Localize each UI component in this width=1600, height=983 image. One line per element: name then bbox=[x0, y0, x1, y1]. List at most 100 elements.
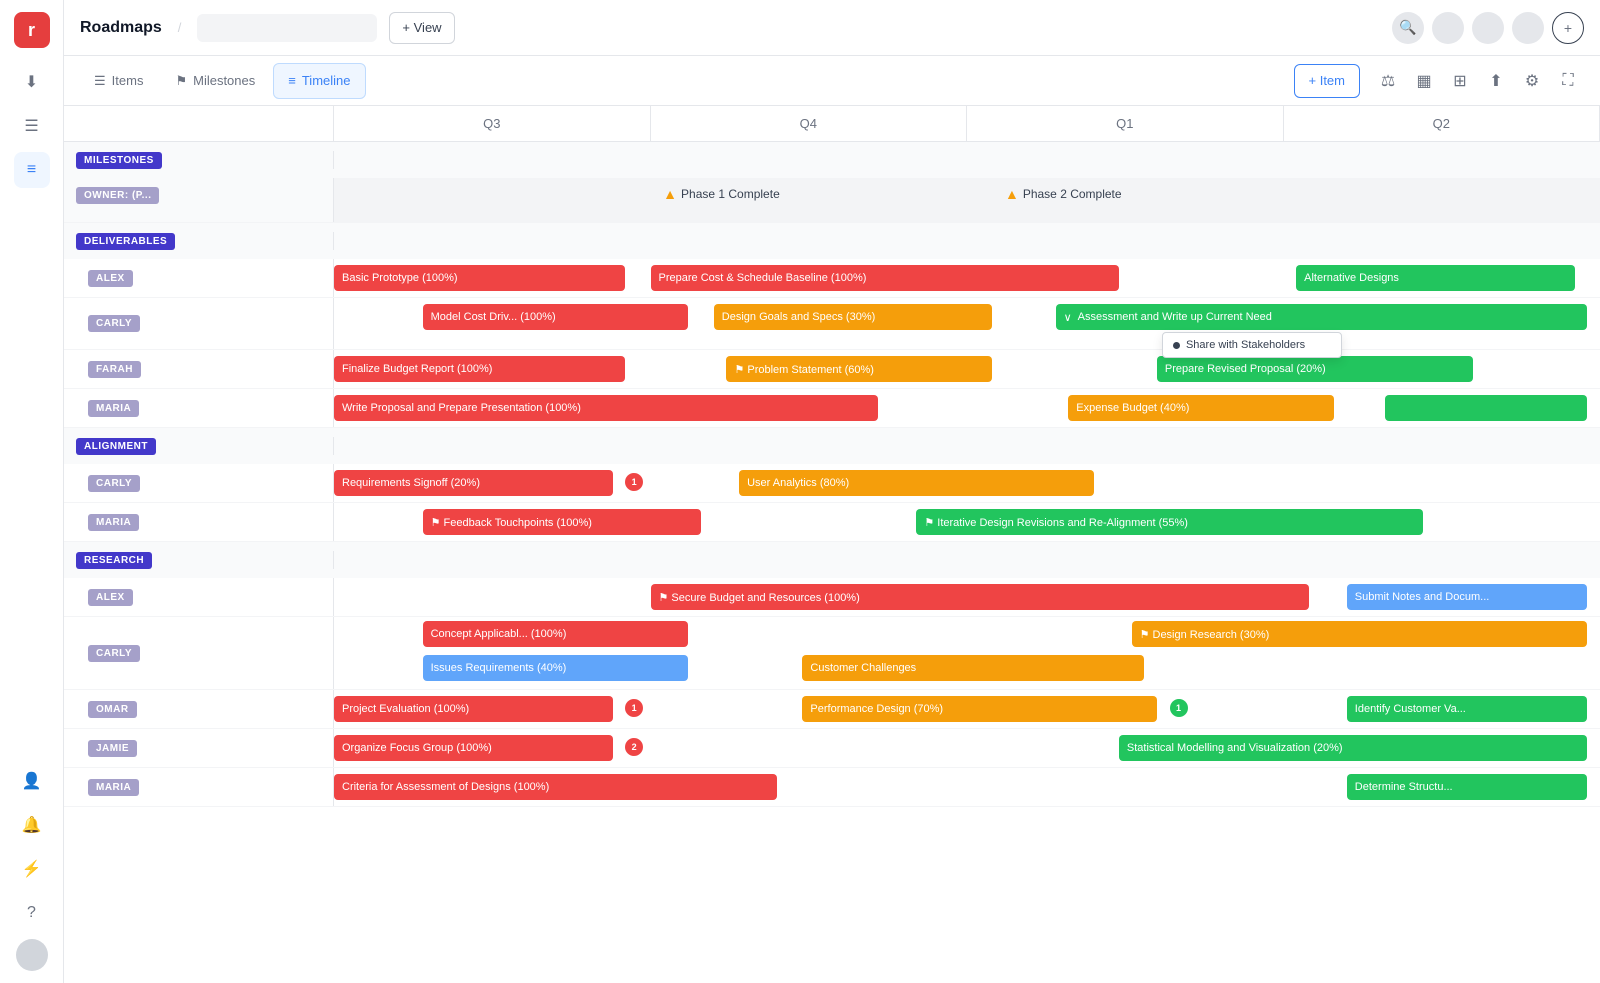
add-view-button[interactable]: + View bbox=[389, 12, 454, 44]
settings-icon[interactable]: ⚙ bbox=[1516, 65, 1548, 97]
row-deliverables-farah: FARAH Finalize Budget Report (100%) ⚑ Pr… bbox=[64, 350, 1600, 389]
bar-criteria-assessment[interactable]: Criteria for Assessment of Designs (100%… bbox=[334, 774, 777, 800]
bar-prepare-revised[interactable]: Prepare Revised Proposal (20%) bbox=[1157, 356, 1474, 382]
row-deliverables-maria: MARIA Write Proposal and Prepare Present… bbox=[64, 389, 1600, 428]
tab-timeline[interactable]: ≡ Timeline bbox=[273, 63, 365, 99]
bar-design-research[interactable]: ⚑ Design Research (30%) bbox=[1132, 621, 1588, 647]
timeline-body: MILESTONES OWNER: (P... ▲ Phase 1 Comple… bbox=[64, 142, 1600, 807]
section-milestones-label-cell: MILESTONES bbox=[64, 151, 334, 169]
bar-requirements-signoff[interactable]: Requirements Signoff (20%) bbox=[334, 470, 613, 496]
row-research-maria: MARIA Criteria for Assessment of Designs… bbox=[64, 768, 1600, 807]
bar-problem-statement[interactable]: ⚑ Problem Statement (60%) bbox=[726, 356, 992, 382]
section-alignment-area bbox=[334, 428, 1600, 464]
alex-research-bars: ⚑ Secure Budget and Resources (100%) Sub… bbox=[334, 578, 1600, 616]
bar-iterative-design[interactable]: ⚑ Iterative Design Revisions and Re-Alig… bbox=[916, 509, 1422, 535]
main-content: Roadmaps / + View 🔍 + ☰ Items ⚑ Mileston… bbox=[64, 0, 1600, 983]
bar-assessment[interactable]: ∨ Assessment and Write up Current Need bbox=[1056, 304, 1588, 330]
bar-prepare-cost[interactable]: Prepare Cost & Schedule Baseline (100%) bbox=[651, 265, 1119, 291]
timeline-icon: ≡ bbox=[288, 73, 296, 88]
group-icon[interactable]: ▦ bbox=[1408, 65, 1440, 97]
row-alignment-carly: CARLY Requirements Signoff (20%) 1 User … bbox=[64, 464, 1600, 503]
bar-issues-requirements[interactable]: Issues Requirements (40%) bbox=[423, 655, 689, 681]
section-deliverables-label-cell: DELIVERABLES bbox=[64, 232, 334, 250]
quarter-q1: Q1 bbox=[967, 106, 1284, 141]
bar-identify-customer[interactable]: Identify Customer Va... bbox=[1347, 696, 1588, 722]
bar-model-cost[interactable]: Model Cost Driv... (100%) bbox=[423, 304, 689, 330]
assessment-dropdown: Share with Stakeholders bbox=[1162, 332, 1342, 358]
sidebar: r ⬇ ☰ ≡ 👤 🔔 ⚡ ? bbox=[0, 0, 64, 983]
export-icon[interactable]: ⬆ bbox=[1480, 65, 1512, 97]
bar-customer-challenges[interactable]: Customer Challenges bbox=[802, 655, 1144, 681]
tab-milestones-label: Milestones bbox=[193, 73, 255, 88]
milestones-bars-area: ▲ Phase 1 Complete ▲ Phase 2 Complete bbox=[334, 178, 1600, 222]
sidebar-icon-bell[interactable]: 🔔 bbox=[14, 807, 50, 843]
breadcrumb-sep: / bbox=[178, 20, 182, 35]
owner-badge-carly-deliverables: CARLY bbox=[88, 315, 140, 332]
bar-design-goals[interactable]: Design Goals and Specs (30%) bbox=[714, 304, 993, 330]
columns-icon[interactable]: ⊞ bbox=[1444, 65, 1476, 97]
owner-badge-alex-research: ALEX bbox=[88, 589, 133, 606]
app-logo[interactable]: r bbox=[14, 12, 50, 48]
search-icon[interactable]: 🔍 bbox=[1392, 12, 1424, 44]
bar-write-proposal[interactable]: Write Proposal and Prepare Presentation … bbox=[334, 395, 878, 421]
user-avatar-3[interactable] bbox=[1512, 12, 1544, 44]
bar-determine-structu[interactable]: Determine Structu... bbox=[1347, 774, 1588, 800]
user-avatar-2[interactable] bbox=[1472, 12, 1504, 44]
quarter-q4: Q4 bbox=[651, 106, 968, 141]
label-column-header bbox=[64, 106, 334, 141]
bar-user-analytics[interactable]: User Analytics (80%) bbox=[739, 470, 1093, 496]
add-item-button[interactable]: + Item bbox=[1294, 64, 1361, 98]
owner-cell-alex-research: ALEX bbox=[64, 578, 334, 616]
quarter-columns: Q3 Q4 Q1 Q2 bbox=[334, 106, 1600, 141]
bar-statistical-modelling[interactable]: Statistical Modelling and Visualization … bbox=[1119, 735, 1587, 761]
owner-cell-maria-alignment: MARIA bbox=[64, 503, 334, 541]
jamie-bars: Organize Focus Group (100%) 2 Statistica… bbox=[334, 729, 1600, 767]
bar-concept-applicable[interactable]: Concept Applicabl... (100%) bbox=[423, 621, 689, 647]
topbar: Roadmaps / + View 🔍 + bbox=[64, 0, 1600, 56]
tab-milestones[interactable]: ⚑ Milestones bbox=[161, 63, 269, 99]
bar-submit-notes[interactable]: Submit Notes and Docum... bbox=[1347, 584, 1588, 610]
section-research: RESEARCH bbox=[64, 542, 1600, 578]
sidebar-icon-roadmap[interactable]: ≡ bbox=[14, 152, 50, 188]
bar-basic-prototype[interactable]: Basic Prototype (100%) bbox=[334, 265, 625, 291]
page-title: Roadmaps bbox=[80, 19, 162, 37]
owner-badge-alex: ALEX bbox=[88, 270, 133, 287]
breadcrumb[interactable] bbox=[197, 14, 377, 42]
bar-expense-budget[interactable]: Expense Budget (40%) bbox=[1068, 395, 1334, 421]
milestones-icon: ⚑ bbox=[175, 73, 187, 89]
bar-finalize-budget[interactable]: Finalize Budget Report (100%) bbox=[334, 356, 625, 382]
sidebar-avatar[interactable] bbox=[16, 939, 48, 971]
owner-cell-alex-deliverables: ALEX bbox=[64, 259, 334, 297]
bar-alternative-designs[interactable]: Alternative Designs bbox=[1296, 265, 1575, 291]
bar-project-evaluation[interactable]: Project Evaluation (100%) bbox=[334, 696, 613, 722]
bar-performance-design[interactable]: Performance Design (70%) bbox=[802, 696, 1156, 722]
maria-deliverables-bars: Write Proposal and Prepare Presentation … bbox=[334, 389, 1600, 427]
omar-bars: Project Evaluation (100%) 1 Performance … bbox=[334, 690, 1600, 728]
add-member-button[interactable]: + bbox=[1552, 12, 1584, 44]
quarter-header: Q3 Q4 Q1 Q2 bbox=[64, 106, 1600, 142]
items-icon: ☰ bbox=[94, 73, 106, 89]
fullscreen-icon[interactable]: ⛶ bbox=[1552, 65, 1584, 97]
bar-feedback-touchpoints[interactable]: ⚑ Feedback Touchpoints (100%) bbox=[423, 509, 702, 535]
sidebar-icon-lightning[interactable]: ⚡ bbox=[14, 851, 50, 887]
tab-items[interactable]: ☰ Items bbox=[80, 63, 157, 99]
owner-cell-carly-alignment: CARLY bbox=[64, 464, 334, 502]
section-deliverables-badge: DELIVERABLES bbox=[76, 233, 175, 250]
bar-maria-green[interactable] bbox=[1385, 395, 1588, 421]
sidebar-icon-download[interactable]: ⬇ bbox=[14, 64, 50, 100]
carly-research-bars: Concept Applicabl... (100%) ⚑ Design Res… bbox=[334, 617, 1600, 689]
carly-deliverables-bars: Model Cost Driv... (100%) Design Goals a… bbox=[334, 298, 1600, 336]
sidebar-icon-list[interactable]: ☰ bbox=[14, 108, 50, 144]
filter-icon[interactable]: ⚖ bbox=[1372, 65, 1404, 97]
milestones-owner-row: OWNER: (P... ▲ Phase 1 Complete ▲ Phase … bbox=[64, 178, 1600, 223]
bar-organize-focus[interactable]: Organize Focus Group (100%) bbox=[334, 735, 613, 761]
sidebar-icon-person[interactable]: 👤 bbox=[14, 763, 50, 799]
assessment-bar-container: ∨ Assessment and Write up Current Need S… bbox=[1056, 304, 1588, 330]
owner-cell-carly-deliverables: CARLY bbox=[64, 298, 334, 349]
section-research-label-cell: RESEARCH bbox=[64, 551, 334, 569]
row-research-carly: CARLY Concept Applicabl... (100%) ⚑ Desi… bbox=[64, 617, 1600, 690]
bar-secure-budget[interactable]: ⚑ Secure Budget and Resources (100%) bbox=[651, 584, 1309, 610]
sidebar-icon-question[interactable]: ? bbox=[14, 895, 50, 931]
user-avatar-1[interactable] bbox=[1432, 12, 1464, 44]
section-deliverables-area bbox=[334, 223, 1600, 259]
